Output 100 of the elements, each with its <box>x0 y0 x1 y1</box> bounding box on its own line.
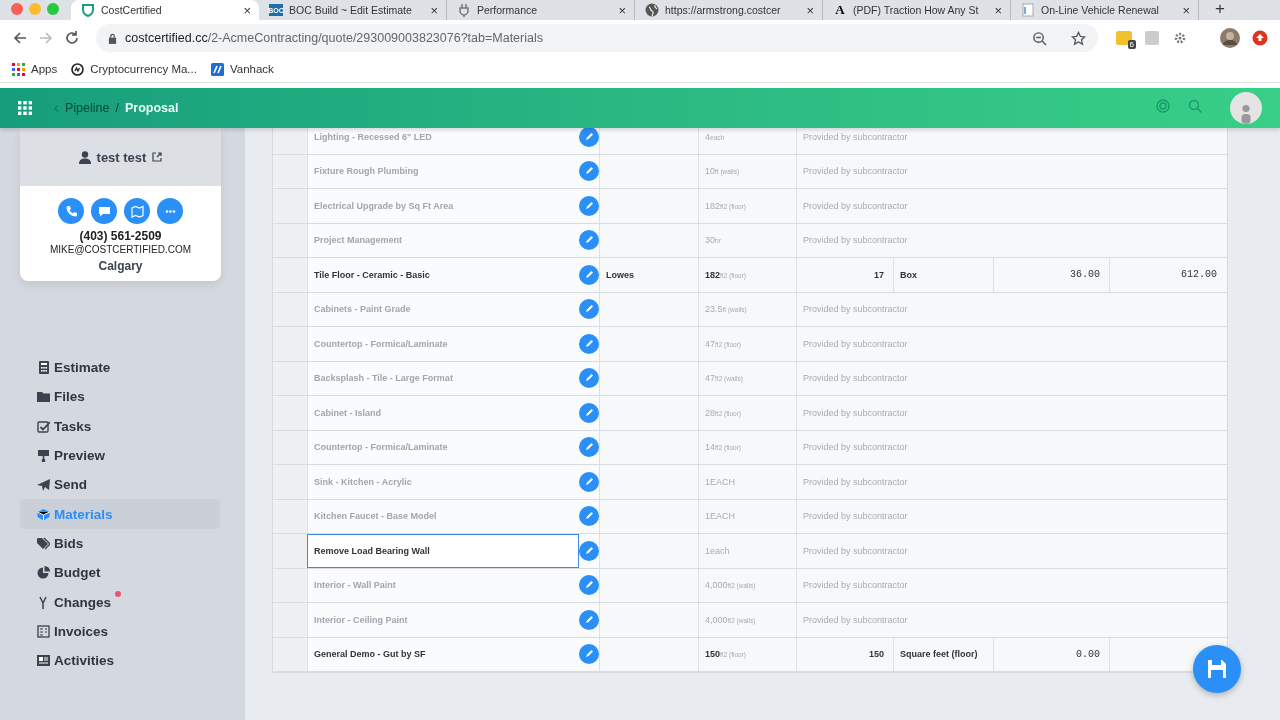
edit-button[interactable] <box>579 333 599 354</box>
close-tab-icon[interactable]: × <box>243 2 251 18</box>
phone-icon <box>64 204 78 218</box>
newspaper-icon <box>37 654 50 668</box>
more-button[interactable] <box>157 198 183 224</box>
provided-note: Provided by subcontractor <box>796 327 1226 361</box>
extension-icon[interactable] <box>1144 30 1160 46</box>
forward-arrow-icon[interactable] <box>38 30 54 46</box>
edit-button[interactable] <box>579 195 599 216</box>
quantity-text: 1EACH <box>705 511 735 522</box>
reload-icon[interactable] <box>64 30 80 46</box>
search-icon[interactable] <box>1188 99 1202 113</box>
chat-button[interactable] <box>91 198 117 224</box>
pencil-icon <box>584 166 594 177</box>
breadcrumb-separator: / <box>115 101 119 115</box>
edit-button[interactable] <box>579 128 599 147</box>
edit-button[interactable] <box>579 264 599 285</box>
purchase-unit: Square feet (floor) <box>893 637 993 671</box>
map-button[interactable] <box>124 198 150 224</box>
provided-note: Provided by subcontractor <box>796 603 1226 637</box>
item-name: General Demo - Gut by SF <box>307 637 579 671</box>
document-icon <box>1021 3 1035 17</box>
paper-plane-icon <box>37 478 50 492</box>
branch-icon <box>37 595 50 609</box>
lock-icon <box>108 32 117 44</box>
nav-item[interactable]: Changes <box>20 587 220 617</box>
nav-item[interactable]: Preview <box>20 440 220 471</box>
edit-button[interactable] <box>579 540 599 561</box>
external-link-icon[interactable] <box>152 152 163 162</box>
item-name: Kitchen Faucet - Base Model <box>307 499 579 533</box>
nav-item[interactable]: Invoices <box>20 616 220 646</box>
close-tab-icon[interactable]: × <box>806 2 814 18</box>
bookmark-link[interactable]: Vanhack <box>210 62 274 76</box>
unit-price: 0.00 <box>993 637 1109 671</box>
purchase-unit: Box <box>893 258 993 292</box>
edit-button[interactable] <box>579 437 599 458</box>
provided-note: Provided by subcontractor <box>796 396 1226 430</box>
edit-button[interactable] <box>579 471 599 492</box>
purchase-quantity: 17 <box>796 258 893 292</box>
browser-tab[interactable]: https://armstrong.costcer × <box>635 0 823 20</box>
nav-item[interactable]: Files <box>20 382 220 412</box>
close-tab-icon[interactable]: × <box>994 2 1002 18</box>
zoom-out-icon[interactable] <box>1032 30 1047 46</box>
nav-item[interactable]: Budget <box>20 558 220 588</box>
nav-item[interactable]: Estimate <box>20 353 220 383</box>
pencil-icon <box>584 476 594 487</box>
address-bar[interactable]: costcertified.cc/2-AcmeContracting/quote/293009003823076?tab=Materials <box>96 24 1098 52</box>
edit-button[interactable] <box>579 506 599 527</box>
total-price: 612.00 <box>1109 258 1226 292</box>
item-name: Backsplash - Tile - Large Format <box>307 361 579 395</box>
upload-icon[interactable] <box>1252 30 1268 46</box>
edit-button[interactable] <box>579 299 599 320</box>
provided-note: Provided by subcontractor <box>796 154 1226 188</box>
nav-item[interactable]: Send <box>20 470 220 500</box>
user-avatar[interactable] <box>1230 92 1262 124</box>
apps-grid-icon[interactable] <box>18 101 32 115</box>
edit-button[interactable] <box>579 230 599 251</box>
bookmark-link[interactable]: Apps <box>12 62 58 76</box>
gear-icon[interactable] <box>1172 30 1188 46</box>
edit-button[interactable] <box>579 161 599 182</box>
back-arrow-icon[interactable] <box>12 30 28 46</box>
edit-button[interactable] <box>579 402 599 423</box>
zoom-window-button[interactable] <box>47 3 59 15</box>
browser-tab[interactable]: CostCertified × <box>71 0 259 20</box>
browser-tab[interactable]: On-Line Vehicle Renewal × <box>1011 0 1199 20</box>
edit-button[interactable] <box>579 609 599 630</box>
nav-item[interactable]: Tasks <box>20 411 220 441</box>
invoice-icon <box>37 624 50 638</box>
save-button[interactable] <box>1193 645 1241 693</box>
close-tab-icon[interactable]: × <box>1182 2 1190 18</box>
item-name: Countertop - Formica/Laminate <box>307 430 579 464</box>
edit-button[interactable] <box>579 575 599 596</box>
close-tab-icon[interactable]: × <box>430 2 438 18</box>
phone-button[interactable] <box>58 198 84 224</box>
edit-button[interactable] <box>579 644 599 665</box>
star-icon[interactable] <box>1071 30 1086 46</box>
close-window-button[interactable] <box>11 3 23 15</box>
browser-tab[interactable]: Performance × <box>447 0 635 20</box>
nav-item[interactable]: Activities <box>20 645 220 676</box>
bookmark-link[interactable]: Cryptocurrency Ma... <box>71 62 197 76</box>
provided-note: Provided by subcontractor <box>796 465 1226 499</box>
name-input[interactable]: Remove Load Bearing Wall <box>307 534 579 568</box>
checkbox-icon <box>37 419 50 433</box>
item-name: Tile Floor - Ceramic - Basic <box>307 258 579 292</box>
browser-tab[interactable]: A (PDF) Traction How Any St × <box>823 0 1011 20</box>
lifebuoy-icon[interactable] <box>1156 99 1170 113</box>
item-name: Electrical Upgrade by Sq Ft Area <box>307 189 579 223</box>
phone-number: (403) 561-2509 <box>78 230 163 243</box>
page-title: Proposal <box>124 101 179 115</box>
nav-item[interactable]: Bids <box>20 528 220 559</box>
close-tab-icon[interactable]: × <box>618 2 626 18</box>
item-name: Lighting - Recessed 6" LED <box>307 128 579 154</box>
profile-avatar[interactable] <box>1220 28 1240 48</box>
pencil-icon <box>584 200 594 211</box>
provided-note: Provided by subcontractor <box>796 189 1226 223</box>
edit-button[interactable] <box>579 368 599 389</box>
pencil-icon <box>584 545 594 556</box>
map-icon <box>130 204 144 218</box>
item-name: Cabinets - Paint Grade <box>307 292 579 326</box>
new-tab-button[interactable]: + <box>1215 0 1225 20</box>
